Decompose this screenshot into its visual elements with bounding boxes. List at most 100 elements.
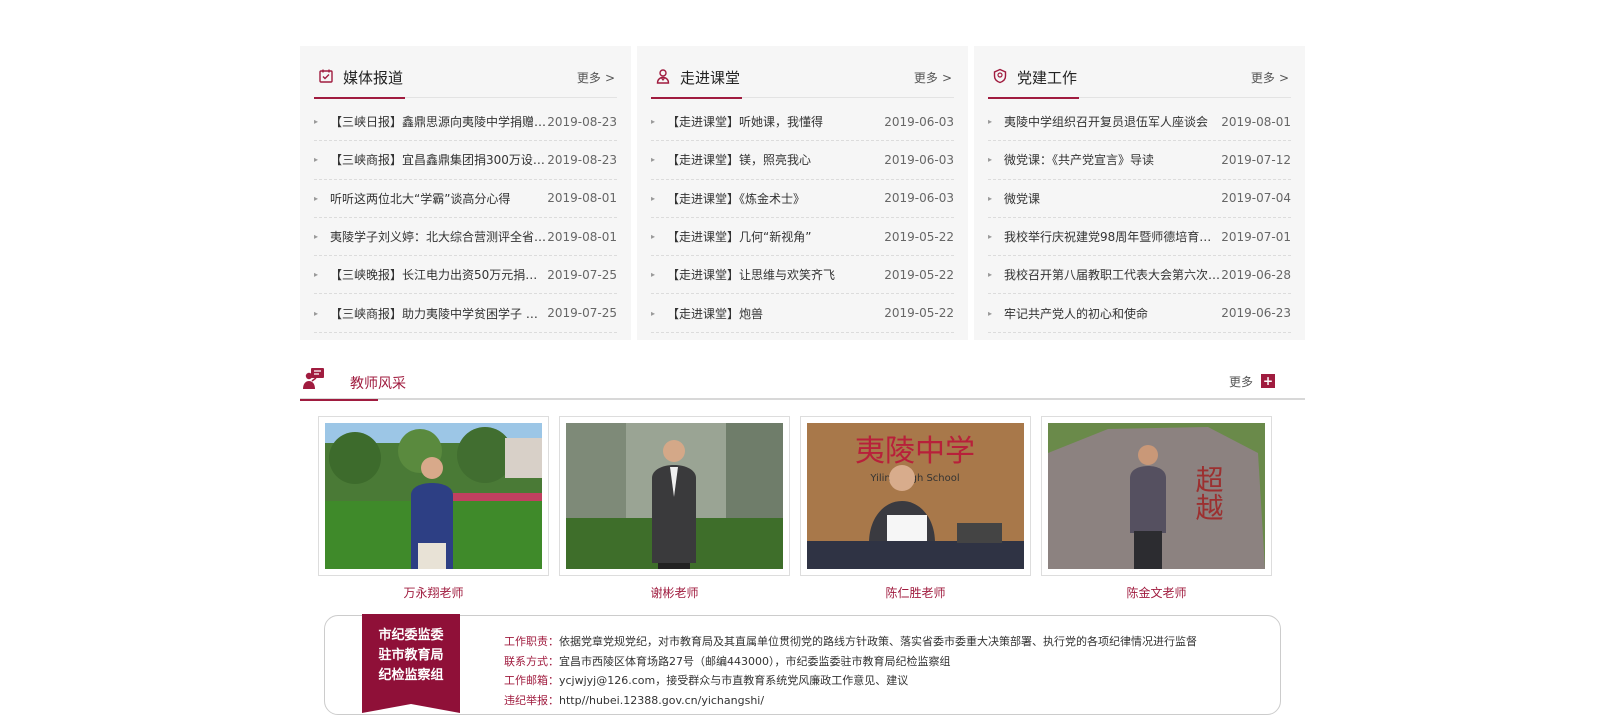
news-column-classroom: 走进课堂 更多 > ▸ 【走进课堂】听她课，我懂得 2019-06-03 ▸ 【走进课堂… (637, 46, 968, 340)
badge-line: 驻市教育局 (378, 648, 444, 663)
teacher-card[interactable]: 谢彬老师 (559, 416, 790, 601)
arrow-right-icon: ▸ (314, 117, 319, 127)
news-item[interactable]: ▸ 【走进课堂】让思维与欢笑齐飞 2019-05-22 (651, 256, 954, 295)
column-title[interactable]: 媒体报道 (314, 58, 406, 99)
news-date: 2019-06-23 (1221, 306, 1291, 321)
news-title[interactable]: 【走进课堂】炮兽 (667, 305, 763, 322)
news-title[interactable]: 【走进课堂】《炼金术士》 (667, 190, 805, 207)
info-row-report: 违纪举报：http//hubei.12388.gov.cn/yichangshi… (504, 691, 1197, 711)
news-date: 2019-07-04 (1221, 191, 1291, 206)
teachers-title[interactable]: 教师风采 (300, 363, 406, 401)
news-title[interactable]: 【走进课堂】镁，照亮我心 (667, 151, 811, 168)
teacher-card[interactable]: 夷陵中学 Yiling High School 陈仁胜老师 (800, 416, 1031, 601)
teacher-gallery: 万永翔老师 谢彬老师 夷陵中学 Yiling High School 陈仁胜老师… (300, 416, 1305, 601)
news-date: 2019-06-03 (884, 152, 954, 167)
news-title[interactable]: 【三峡商报】宜昌鑫鼎集团捐300万设助学基金 (330, 151, 547, 168)
arrow-right-icon: ▸ (314, 193, 319, 203)
news-date: 2019-05-22 (884, 306, 954, 321)
info-row-email: 工作邮箱：ycjwjyj@126.com，接受群众与市直教育系统党风廉政工作意见… (504, 671, 1197, 691)
teachers-more-link[interactable]: 更多 + (1229, 373, 1275, 390)
teacher-photo[interactable]: 超越 (1041, 416, 1272, 576)
photo-rock-text: 超越 (1192, 465, 1225, 521)
column-header: 党建工作 更多 > (988, 58, 1291, 99)
teacher-name[interactable]: 陈仁胜老师 (800, 584, 1031, 601)
news-item[interactable]: ▸ 牢记共产党人的初心和使命 2019-06-23 (988, 294, 1291, 333)
more-link[interactable]: 更多 > (577, 69, 615, 86)
news-item[interactable]: ▸ 【三峡商报】助力夷陵中学贫困学子 长江电力捐资助学2019-07-25 (314, 294, 617, 333)
news-item[interactable]: ▸ 微党课 2019-07-04 (988, 180, 1291, 218)
news-title[interactable]: 【三峡商报】助力夷陵中学贫困学子 长江电力捐资助学 (330, 305, 547, 322)
column-header: 媒体报道 更多 > (314, 58, 617, 99)
news-title[interactable]: 夷陵中学组织召开复员退伍军人座谈会 (1004, 113, 1208, 130)
info-value[interactable]: ycjwjyj@126.com，接受群众与市直教育系统党风廉政工作意见、建议 (559, 674, 908, 687)
news-title[interactable]: 夷陵学子刘义婷：北大综合营测评全省第一 (330, 228, 547, 245)
badge-line: 市纪委监委 (378, 628, 444, 643)
news-list: ▸ 夷陵中学组织召开复员退伍军人座谈会 2019-08-01 ▸ 微党课：《共产党宣言… (988, 103, 1291, 333)
news-column-party: 党建工作 更多 > ▸ 夷陵中学组织召开复员退伍军人座谈会 2019-08-01 ▸ 微… (974, 46, 1305, 340)
news-title[interactable]: 牢记共产党人的初心和使命 (1004, 305, 1148, 322)
arrow-right-icon: ▸ (651, 155, 656, 165)
news-title[interactable]: 【三峡日报】鑫鼎思源向夷陵中学捐赠300万元设立教育基金 (330, 113, 547, 130)
news-item[interactable]: ▸ 【三峡晚报】长江电力出资50万元捐助夷陵中学贫困学子2019-07-25 (314, 256, 617, 295)
info-key: 工作邮箱： (504, 674, 559, 687)
news-item[interactable]: ▸ 【三峡商报】宜昌鑫鼎集团捐300万设助学基金2019-08-23 (314, 141, 617, 180)
news-title[interactable]: 【走进课堂】听她课，我懂得 (667, 113, 823, 130)
info-rows: 工作职责：依据党章党规党纪，对市教育局及其直属单位贯彻党的路线方针政策、落实省委… (504, 632, 1197, 710)
teacher-board-icon (300, 367, 326, 395)
teacher-name[interactable]: 谢彬老师 (559, 584, 790, 601)
teacher-photo[interactable] (559, 416, 790, 576)
badge-line: 纪检监察组 (378, 668, 444, 683)
news-title[interactable]: 微党课：《共产党宣言》导读 (1004, 151, 1154, 168)
news-item[interactable]: ▸ 微党课：《共产党宣言》导读 2019-07-12 (988, 141, 1291, 180)
arrow-right-icon: ▸ (314, 308, 319, 318)
teacher-photo[interactable]: 夷陵中学 Yiling High School (800, 416, 1031, 576)
more-link[interactable]: 更多 > (1251, 69, 1289, 86)
news-title[interactable]: 【三峡晚报】长江电力出资50万元捐助夷陵中学贫困学子 (330, 266, 547, 283)
news-date: 2019-05-22 (884, 267, 954, 282)
teacher-name[interactable]: 万永翔老师 (318, 584, 549, 601)
news-title[interactable]: 我校举行庆祝建党98周年暨师德培育月表彰大会 (1004, 228, 1221, 245)
teacher-card[interactable]: 超越 陈金文老师 (1041, 416, 1272, 601)
news-date: 2019-06-03 (884, 191, 954, 206)
news-item[interactable]: ▸ 听听这两位北大“学霸”谈高分心得 2019-08-01 (314, 180, 617, 218)
photo-sign-text-cn: 夷陵中学 (855, 434, 975, 469)
info-row-contact: 联系方式：宜昌市西陵区体育场路27号（邮编443000），市纪委监委驻市教育局纪… (504, 652, 1197, 672)
news-item[interactable]: ▸ 【走进课堂】听她课，我懂得 2019-06-03 (651, 103, 954, 142)
info-value[interactable]: http//hubei.12388.gov.cn/yichangshi/ (559, 694, 764, 707)
info-value: 依据党章党规党纪，对市教育局及其直属单位贯彻党的路线方针政策、落实省委市委重大决… (559, 635, 1197, 648)
teacher-photo-desk: 夷陵中学 Yiling High School (807, 423, 1024, 569)
news-title[interactable]: 【走进课堂】让思维与欢笑齐飞 (667, 266, 835, 283)
teacher-icon (655, 68, 671, 88)
party-badge-icon (992, 68, 1008, 88)
news-item[interactable]: ▸ 【走进课堂】《炼金术士》 2019-06-03 (651, 180, 954, 218)
teacher-card[interactable]: 万永翔老师 (318, 416, 549, 601)
arrow-right-icon: ▸ (988, 155, 993, 165)
discipline-info-box: 市纪委监委 驻市教育局 纪检监察组 工作职责：依据党章党规党纪，对市教育局及其直… (324, 614, 1281, 715)
arrow-right-icon: ▸ (314, 232, 319, 242)
arrow-right-icon: ▸ (988, 117, 993, 127)
news-title[interactable]: 我校召开第八届教职工代表大会第六次会议 (1004, 266, 1221, 283)
news-item[interactable]: ▸ 我校举行庆祝建党98周年暨师德培育月表彰大会2019-07-01 (988, 218, 1291, 257)
news-item[interactable]: ▸ 我校召开第八届教职工代表大会第六次会议 2019-06-28 (988, 256, 1291, 295)
column-title[interactable]: 走进课堂 (651, 58, 743, 99)
column-title-text: 党建工作 (1017, 69, 1078, 87)
info-key: 违纪举报： (504, 693, 559, 707)
news-title[interactable]: 微党课 (1004, 190, 1040, 207)
news-list: ▸【三峡日报】鑫鼎思源向夷陵中学捐赠300万元设立教育基金2019-08-23 … (314, 103, 617, 333)
teacher-photo-suit (566, 423, 783, 569)
news-item[interactable]: ▸ 夷陵学子刘义婷：北大综合营测评全省第一 2019-08-01 (314, 218, 617, 257)
arrow-right-icon: ▸ (651, 270, 656, 280)
news-item[interactable]: ▸ 【走进课堂】几何“新视角” 2019-05-22 (651, 218, 954, 257)
teacher-name[interactable]: 陈金文老师 (1041, 584, 1272, 601)
news-title[interactable]: 听听这两位北大“学霸”谈高分心得 (330, 190, 510, 207)
column-title[interactable]: 党建工作 (988, 58, 1080, 99)
news-item[interactable]: ▸ 【走进课堂】炮兽 2019-05-22 (651, 294, 954, 333)
news-item[interactable]: ▸ 【三峡日报】鑫鼎思源向夷陵中学捐赠300万元设立教育基金2019-08-23 (314, 103, 617, 142)
news-title[interactable]: 【走进课堂】几何“新视角” (667, 228, 811, 245)
arrow-right-icon: ▸ (651, 232, 656, 242)
teacher-photo[interactable] (318, 416, 549, 576)
news-item[interactable]: ▸ 夷陵中学组织召开复员退伍军人座谈会 2019-08-01 (988, 103, 1291, 142)
more-link[interactable]: 更多 > (914, 69, 952, 86)
discipline-badge: 市纪委监委 驻市教育局 纪检监察组 (362, 614, 460, 713)
news-item[interactable]: ▸ 【走进课堂】镁，照亮我心 2019-06-03 (651, 141, 954, 180)
